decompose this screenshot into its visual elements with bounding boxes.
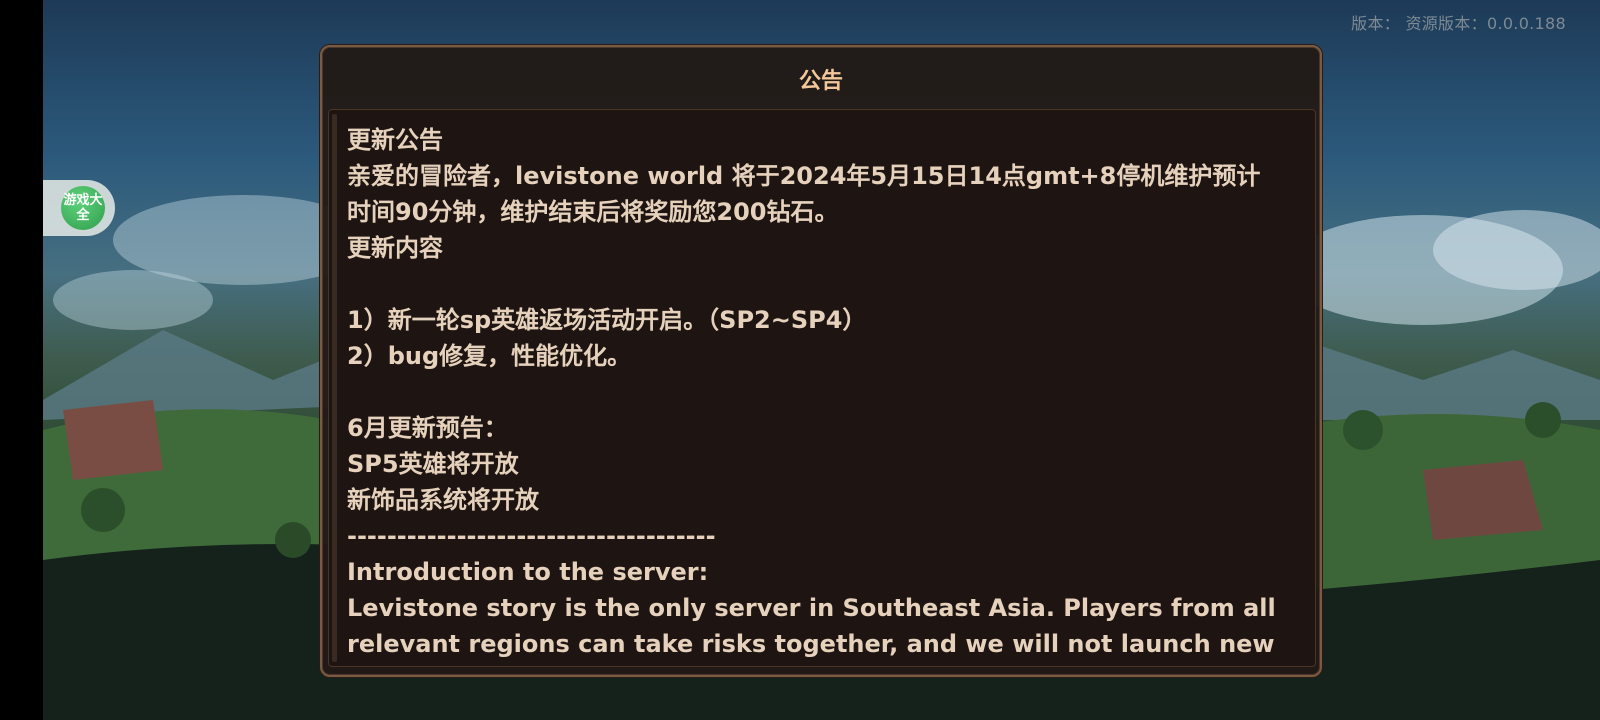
- announcement-line: [347, 374, 1307, 410]
- announcement-line: 更新内容: [347, 234, 443, 262]
- announcement-text: 更新公告亲爱的冒险者，levistone world 将于2024年5月15日1…: [347, 122, 1307, 662]
- announcement-line: 新饰品系统将开放: [347, 486, 539, 514]
- announcement-line: -------------------------------------: [347, 522, 716, 550]
- announcement-line: 2）bug修复，性能优化。: [347, 342, 632, 370]
- announcement-line: Levistone story is the only server in So…: [347, 594, 1276, 622]
- dialog-title: 公告: [798, 69, 843, 94]
- left-black-bar: [0, 0, 43, 720]
- scrollbar[interactable]: [332, 114, 337, 662]
- announcement-line: 6月更新预告：: [347, 414, 508, 442]
- announcement-line: 时间90分钟，维护结束后将奖励您200钻石。: [347, 198, 839, 226]
- announcement-line: Introduction to the server:: [347, 558, 709, 586]
- game-hub-icon: 游戏大全: [61, 186, 105, 230]
- announcement-content-panel[interactable]: 更新公告亲爱的冒险者，levistone world 将于2024年5月15日1…: [328, 109, 1316, 667]
- announcement-dialog: 公告 更新公告亲爱的冒险者，levistone world 将于2024年5月1…: [320, 45, 1322, 677]
- announcement-line: 亲爱的冒险者，levistone world 将于2024年5月15日14点gm…: [347, 162, 1261, 190]
- announcement-line: relevant regions can take risks together…: [347, 630, 1275, 658]
- announcement-line: 更新公告: [347, 126, 443, 154]
- game-hub-floating-button[interactable]: 游戏大全: [43, 180, 115, 236]
- version-label: 版本： 资源版本：0.0.0.188: [1351, 14, 1566, 33]
- announcement-line: 1）新一轮sp英雄返场活动开启。（SP2~SP4）: [347, 306, 867, 334]
- announcement-line: SP5英雄将开放: [347, 450, 519, 478]
- announcement-line: [347, 266, 1307, 302]
